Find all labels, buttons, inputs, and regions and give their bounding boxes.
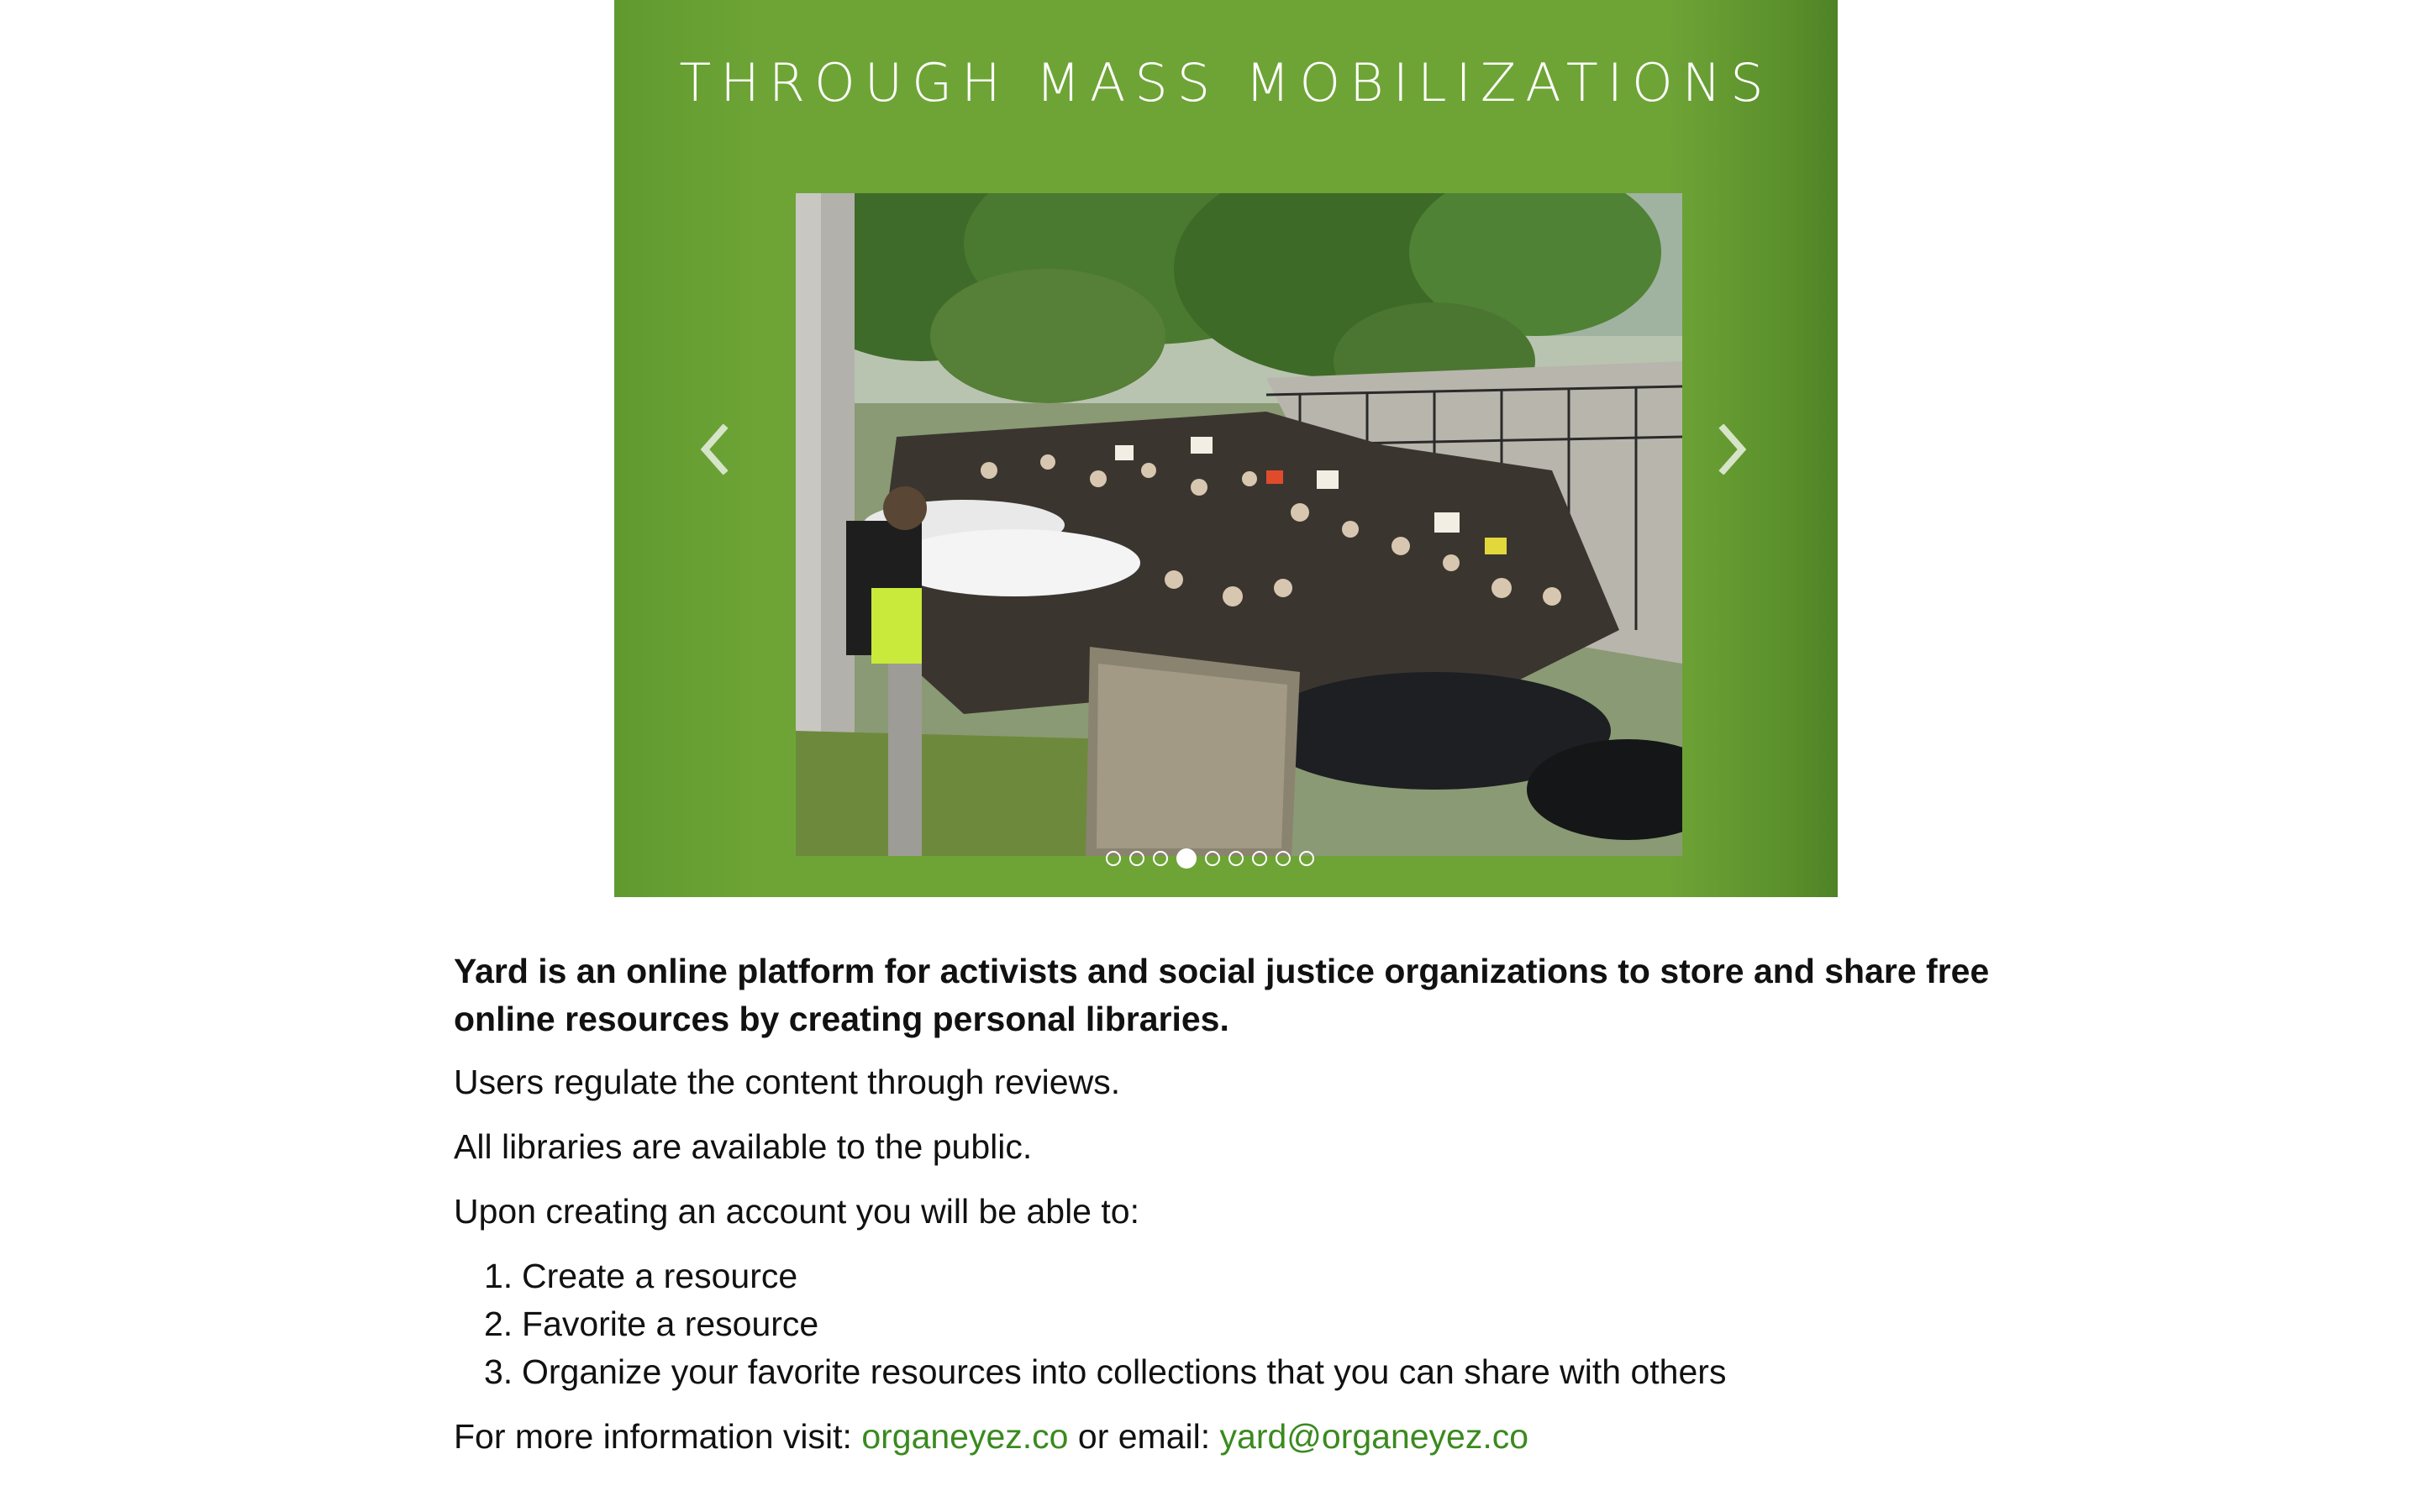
list-item: 2. Favorite a resource: [454, 1300, 2050, 1348]
carousel-dot-8[interactable]: [1276, 851, 1291, 866]
carousel-dot-7[interactable]: [1252, 851, 1267, 866]
email-link[interactable]: yard@organeyez.co: [1220, 1417, 1529, 1456]
carousel-pagination: [1106, 848, 1314, 869]
image-carousel: THROUGH MASS MOBILIZATIONS: [614, 0, 1838, 897]
chevron-right-icon: [1718, 424, 1747, 475]
carousel-dot-2[interactable]: [1129, 851, 1144, 866]
about-intro: Yard is an online platform for activists…: [454, 952, 1990, 1038]
about-line-reviews: Users regulate the content through revie…: [454, 1063, 1121, 1101]
list-item-number: 2.: [484, 1305, 513, 1343]
carousel-next-button[interactable]: [1707, 420, 1757, 479]
list-item: 1. Create a resource: [454, 1252, 2050, 1300]
protest-crowd-image: [796, 193, 1682, 856]
website-link[interactable]: organeyez.co: [861, 1417, 1068, 1456]
carousel-prev-button[interactable]: [690, 420, 740, 479]
contact-line: For more information visit: organeyez.co…: [454, 1413, 2050, 1461]
list-item-text: Organize your favorite resources into co…: [522, 1352, 1727, 1391]
about-section: Yard is an online platform for activists…: [454, 948, 2050, 1478]
carousel-dot-3[interactable]: [1153, 851, 1168, 866]
about-line-account: Upon creating an account you will be abl…: [454, 1192, 1139, 1231]
list-item-number: 1.: [484, 1257, 513, 1295]
carousel-dot-1[interactable]: [1106, 851, 1121, 866]
carousel-dot-9[interactable]: [1299, 851, 1314, 866]
list-item-number: 3.: [484, 1352, 513, 1391]
about-line-public: All libraries are available to the publi…: [454, 1127, 1033, 1166]
carousel-dot-4[interactable]: [1176, 848, 1197, 869]
carousel-dot-5[interactable]: [1205, 851, 1220, 866]
carousel-dot-6[interactable]: [1228, 851, 1244, 866]
features-list: 1. Create a resource 2. Favorite a resourc…: [454, 1252, 2050, 1396]
contact-middle: or email:: [1077, 1417, 1211, 1456]
contact-prefix: For more information visit:: [454, 1417, 852, 1456]
list-item: 3. Organize your favorite resources into …: [454, 1348, 2050, 1396]
list-item-text: Favorite a resource: [522, 1305, 819, 1343]
slide-photo: [796, 193, 1682, 856]
list-item-text: Create a resource: [522, 1257, 798, 1295]
page: THROUGH MASS MOBILIZATIONS Yard is an on…: [0, 0, 2420, 1512]
slide-caption: THROUGH MASS MOBILIZATIONS: [679, 52, 1773, 113]
chevron-left-icon: [700, 424, 729, 475]
